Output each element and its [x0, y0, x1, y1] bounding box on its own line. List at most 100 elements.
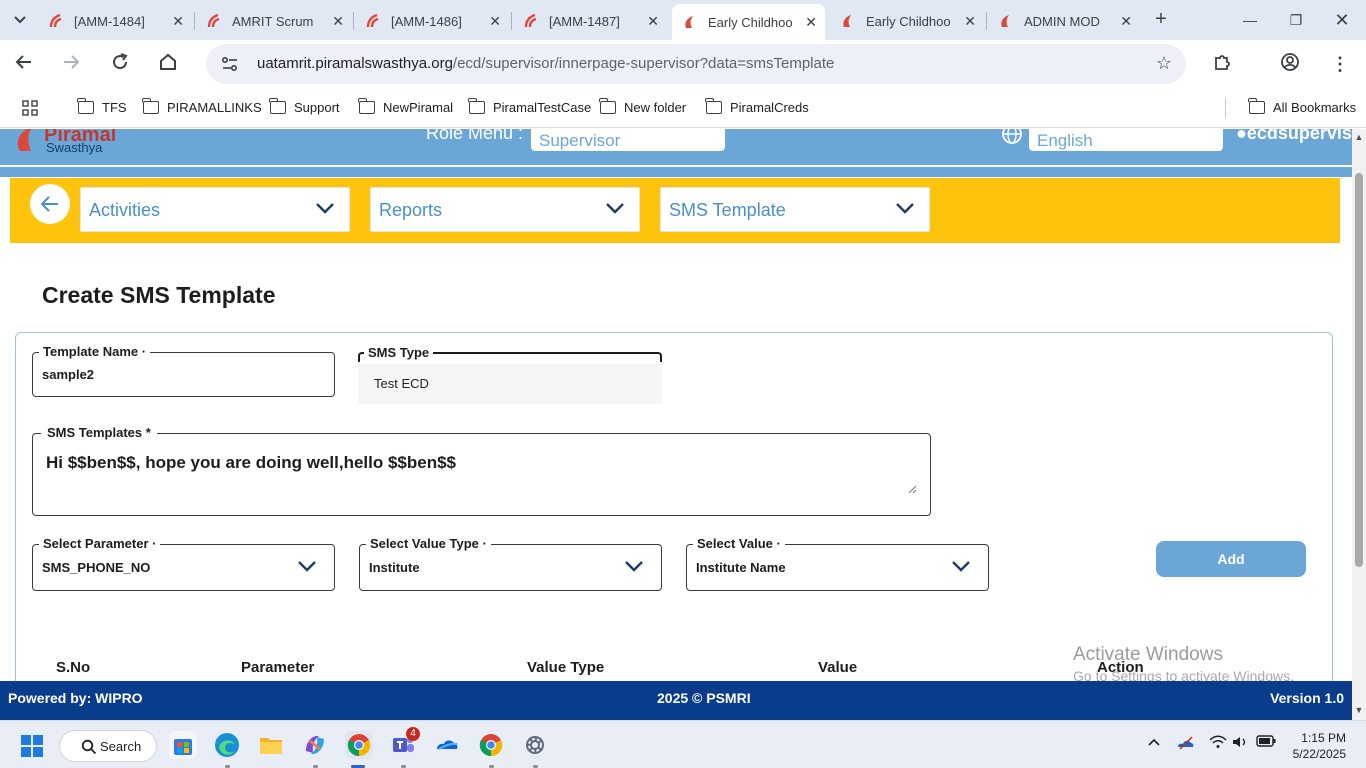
bookmark-star-icon[interactable]: ☆	[1156, 53, 1172, 74]
sms-type-value: Test ECD	[358, 364, 662, 404]
system-clock[interactable]: 1:15 PM 5/22/2025	[1290, 730, 1346, 762]
site-settings-icon[interactable]	[220, 54, 240, 74]
home-icon[interactable]	[156, 52, 180, 76]
template-name-label: Template Name ·	[39, 344, 151, 359]
tab-close-icon[interactable]: ✕	[805, 14, 817, 31]
column-header-value: Value	[818, 659, 858, 676]
tab-close-icon[interactable]: ✕	[964, 13, 976, 30]
role-select[interactable]: Supervisor	[531, 129, 725, 151]
select-value-type-value: Institute	[369, 560, 420, 575]
app-footer: Powered by: WIPRO 2025 © PSMRI Version 1…	[0, 681, 1352, 720]
template-name-field[interactable]: Template Name · sample2	[32, 344, 335, 397]
globe-icon	[1002, 129, 1022, 144]
wifi-icon[interactable]	[1208, 735, 1228, 755]
chrome-icon[interactable]	[345, 731, 373, 759]
add-button[interactable]: Add	[1156, 541, 1306, 577]
bookmark-label: Support	[294, 100, 340, 115]
new-tab-button[interactable]: +	[1149, 8, 1173, 32]
bookmark-folder-piramallinks[interactable]: PIRAMALLINKS	[142, 98, 262, 115]
select-value-dropdown[interactable]: Select Value · Institute Name	[686, 536, 989, 591]
select-value-type-dropdown[interactable]: Select Value Type · Institute	[359, 536, 662, 591]
bookmarks-bar: TFS PIRAMALLINKS Support NewPiramal Pira…	[0, 88, 1366, 128]
close-window-icon[interactable]: ✕	[1330, 8, 1354, 32]
reload-icon[interactable]	[108, 52, 132, 76]
bookmark-folder-new-folder[interactable]: New folder	[599, 98, 686, 115]
tab-close-icon[interactable]: ✕	[332, 13, 344, 30]
clock-time: 1:15 PM	[1301, 731, 1346, 745]
user-menu[interactable]: ●ecdsupervis	[1236, 129, 1352, 144]
apps-grid-icon[interactable]	[22, 100, 38, 116]
browser-tab[interactable]: [AMM-1486] ✕	[355, 6, 509, 36]
file-explorer-icon[interactable]	[257, 731, 285, 759]
user-icon: ●	[1236, 129, 1247, 143]
tab-search-menu-icon[interactable]	[8, 8, 32, 32]
scroll-thumb[interactable]	[1355, 173, 1363, 567]
windows-start-icon[interactable]	[20, 734, 44, 758]
tab-close-icon[interactable]: ✕	[172, 13, 184, 30]
browser-tab[interactable]: ADMIN MOD ✕	[988, 6, 1140, 36]
browser-menu-icon[interactable]: ⋮	[1328, 52, 1352, 76]
battery-icon[interactable]	[1256, 735, 1276, 755]
scroll-down-icon[interactable]: ▼	[1354, 705, 1364, 715]
taskbar-search[interactable]: Search	[59, 730, 157, 762]
bookmark-folder-piramaltestcase[interactable]: PiramalTestCase	[468, 98, 591, 115]
settings-gear-icon[interactable]	[521, 731, 549, 759]
onedrive-app-icon[interactable]	[433, 731, 461, 759]
bookmarks-divider	[1225, 98, 1226, 118]
column-header-parameter: Parameter	[241, 659, 315, 676]
resize-handle-icon[interactable]	[908, 485, 917, 494]
browser-tab[interactable]: AMRIT Scrum ✕	[196, 6, 352, 36]
tab-close-icon[interactable]: ✕	[489, 13, 501, 30]
bookmark-folder-support[interactable]: Support	[269, 98, 340, 115]
back-arrow-icon[interactable]	[12, 52, 36, 76]
restore-icon[interactable]: ❐	[1284, 8, 1308, 32]
back-button[interactable]	[30, 184, 70, 224]
store-icon[interactable]	[169, 731, 197, 759]
bookmark-folder-piramalcreds[interactable]: PiramalCreds	[705, 98, 809, 115]
browser-toolbar: uatamrit.piramalswasthya.org/ecd/supervi…	[0, 40, 1366, 88]
chevron-down-icon	[896, 203, 914, 214]
edge-icon[interactable]	[213, 731, 241, 759]
chevron-down-icon	[316, 203, 334, 214]
extensions-icon[interactable]	[1210, 52, 1234, 76]
page-scrollbar[interactable]: ▲ ▼	[1352, 129, 1366, 720]
column-header-value-type: Value Type	[527, 659, 605, 676]
minimize-icon[interactable]: —	[1238, 8, 1262, 32]
tab-close-icon[interactable]: ✕	[647, 13, 659, 30]
scroll-up-icon[interactable]: ▲	[1354, 132, 1364, 142]
onedrive-tray-icon[interactable]	[1176, 735, 1196, 755]
profile-icon[interactable]	[1278, 52, 1302, 76]
select-value-label: Select Value ·	[693, 536, 785, 551]
browser-tab-active[interactable]: Early Childhoo ✕	[672, 4, 825, 40]
reports-dropdown[interactable]: Reports	[370, 187, 640, 232]
volume-icon[interactable]	[1230, 735, 1250, 755]
activities-label: Activities	[89, 200, 161, 220]
template-name-value: sample2	[42, 367, 95, 382]
tab-title: [AMM-1487]	[549, 13, 620, 29]
sms-templates-textarea[interactable]: SMS Templates * Hi $$ben$$, hope you are…	[32, 425, 931, 516]
tab-close-icon[interactable]: ✕	[1120, 13, 1132, 30]
browser-tab[interactable]: [AMM-1487] ✕	[513, 6, 667, 36]
header-band	[0, 167, 1352, 177]
sms-template-dropdown[interactable]: SMS Template	[660, 187, 930, 232]
folder-icon	[77, 98, 94, 114]
language-select[interactable]: English	[1029, 129, 1223, 151]
activities-dropdown[interactable]: Activities	[80, 187, 350, 232]
bookmark-folder-newpiramal[interactable]: NewPiramal	[358, 98, 453, 115]
tab-title: ADMIN MOD	[1024, 13, 1100, 29]
m365-copilot-icon[interactable]	[301, 731, 329, 759]
all-bookmarks-button[interactable]: All Bookmarks	[1248, 98, 1356, 115]
bookmark-folder-tfs[interactable]: TFS	[77, 98, 127, 115]
select-parameter-dropdown[interactable]: Select Parameter · SMS_PHONE_NO	[32, 536, 335, 591]
forward-arrow-icon[interactable]	[59, 52, 83, 76]
chrome-secondary-icon[interactable]	[477, 731, 505, 759]
browser-tab[interactable]: [AMM-1484] ✕	[38, 6, 192, 36]
browser-tab[interactable]: Early Childhoo ✕	[830, 6, 984, 36]
address-bar[interactable]: uatamrit.piramalswasthya.org/ecd/supervi…	[206, 44, 1186, 84]
app-header: Piramal Swasthya Role Menu : Supervisor …	[0, 129, 1352, 167]
search-icon	[81, 739, 97, 755]
sms-type-label: SMS Type	[364, 345, 434, 360]
sms-type-field[interactable]: SMS Type Test ECD	[358, 345, 662, 404]
show-hidden-icons-chevron-icon[interactable]	[1144, 735, 1164, 755]
folder-icon	[1248, 98, 1265, 114]
